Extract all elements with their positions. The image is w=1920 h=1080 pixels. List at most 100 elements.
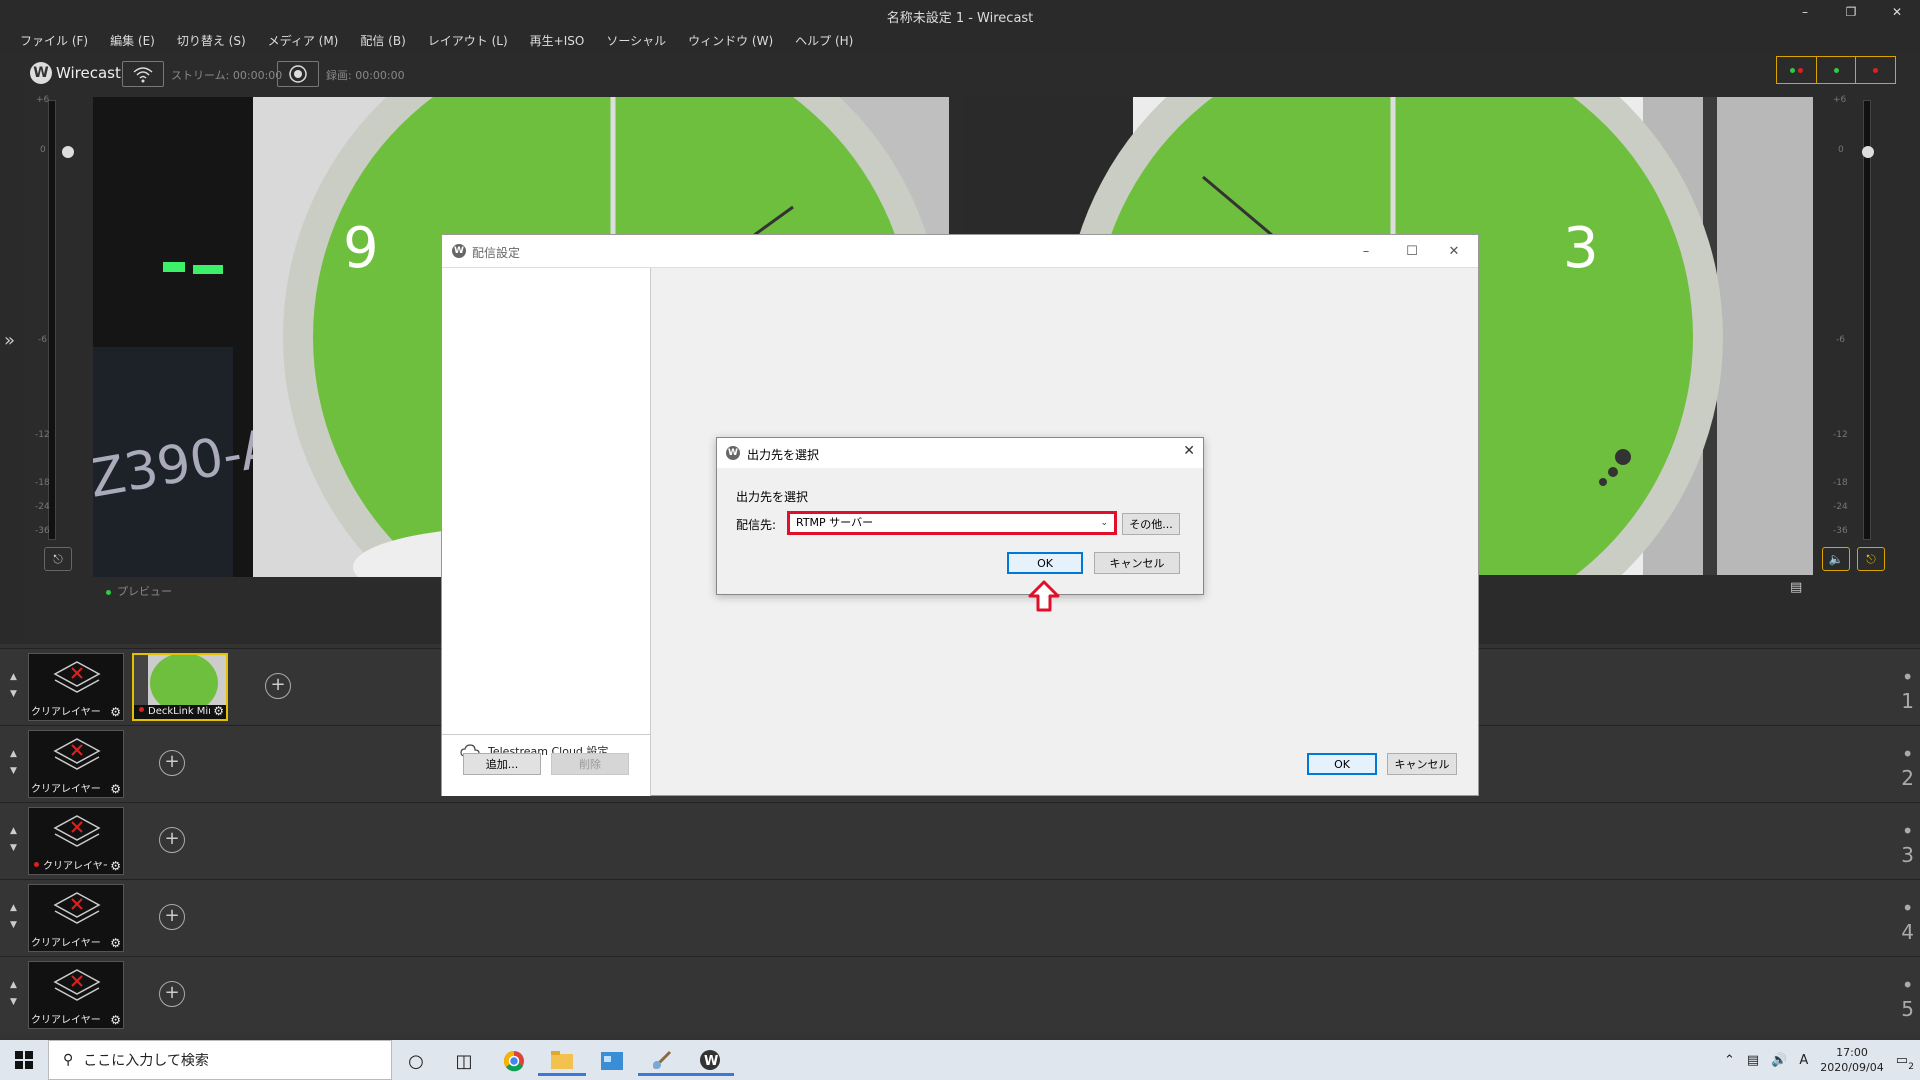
minimize-button[interactable]: –: [1782, 0, 1828, 24]
paint-icon[interactable]: [638, 1046, 686, 1076]
shot-clear-layer[interactable]: クリアレイヤー ⚙: [28, 653, 124, 721]
add-shot-button[interactable]: +: [159, 904, 185, 930]
layer-reorder-5[interactable]: ▲ ▼: [10, 977, 17, 1011]
gear-icon[interactable]: ⚙: [213, 704, 224, 718]
menu-edit[interactable]: 編集 (E): [110, 30, 155, 52]
layer-number: • 4: [1901, 896, 1914, 944]
chevron-down-icon: ⌄: [1100, 518, 1108, 528]
layer-number: • 5: [1901, 973, 1914, 1021]
layer-reorder-4[interactable]: ▲ ▼: [10, 900, 17, 934]
select-output-cancel-button[interactable]: キャンセル: [1094, 552, 1180, 574]
live-headphone-button[interactable]: ⎋: [1857, 547, 1885, 571]
layer-row-4: ▲ ▼ クリアレイヤー ⚙ + • 4: [0, 879, 1920, 956]
live-audio-meter: [1863, 100, 1871, 540]
taskbar-search-box[interactable]: ⚲ ここに入力して検索: [48, 1040, 392, 1080]
menu-layout[interactable]: レイアウト (L): [428, 30, 508, 52]
monitor-icon[interactable]: ▤: [1790, 580, 1802, 595]
wirecast-app-icon: W: [452, 244, 466, 258]
stream-button[interactable]: [122, 61, 164, 87]
stream-status: ストリーム: 00:00:00: [171, 69, 283, 82]
layer-reorder-1[interactable]: ▲ ▼: [10, 669, 17, 703]
add-shot-button[interactable]: +: [159, 750, 185, 776]
preview-label-text: プレビュー: [117, 585, 172, 598]
delete-output-button[interactable]: 削除: [551, 753, 629, 775]
layer-row-5: ▲ ▼ クリアレイヤー ⚙ + • 5: [0, 956, 1920, 1033]
other-destinations-button[interactable]: その他...: [1122, 513, 1180, 535]
shot-decklink-mini[interactable]: DeckLink Mini ⚙: [132, 653, 228, 721]
menu-broadcast[interactable]: 配信 (B): [360, 30, 405, 52]
network-icon[interactable]: ▤: [1747, 1053, 1759, 1068]
wirecast-taskbar-icon[interactable]: W: [686, 1046, 734, 1076]
meter-scale-top: +6: [36, 95, 50, 105]
layer-reorder-2[interactable]: ▲ ▼: [10, 746, 17, 780]
cortana-icon[interactable]: ○: [392, 1046, 440, 1076]
notifications-icon[interactable]: ▭ 2: [1896, 1053, 1914, 1072]
shot-clear-layer[interactable]: クリアレイヤー ⚙: [28, 730, 124, 798]
menu-help[interactable]: ヘルプ (H): [795, 30, 853, 52]
select-output-dialog: W 出力先を選択 ✕ 出力先を選択 配信先: RTMP サーバー ⌄ その他..…: [716, 437, 1204, 595]
menu-window[interactable]: ウィンドウ (W): [688, 30, 773, 52]
preview-label: プレビュー: [106, 583, 172, 599]
headphone-icon: ⎋: [1866, 551, 1876, 566]
control-panel-icon[interactable]: [588, 1046, 636, 1076]
app-name: Wirecast: [56, 64, 121, 82]
destination-value: RTMP サーバー: [796, 516, 874, 529]
select-output-close-button[interactable]: ✕: [1183, 443, 1195, 459]
gear-icon[interactable]: ⚙: [110, 1013, 121, 1027]
wirecast-logo-icon: W: [30, 62, 52, 84]
gear-icon[interactable]: ⚙: [110, 859, 121, 873]
destination-select[interactable]: RTMP サーバー ⌄: [787, 511, 1117, 535]
gear-icon[interactable]: ⚙: [110, 936, 121, 950]
volume-icon[interactable]: 🔊: [1771, 1053, 1787, 1068]
start-button[interactable]: [0, 1040, 48, 1080]
preview-headphone-button[interactable]: ⎋: [44, 547, 72, 571]
chrome-icon[interactable]: [490, 1046, 538, 1076]
broadcast-settings-title: 配信設定: [472, 246, 521, 260]
task-view-icon[interactable]: ◫: [440, 1046, 488, 1076]
layer-number: • 2: [1901, 742, 1914, 790]
add-shot-button[interactable]: +: [159, 827, 185, 853]
add-shot-button[interactable]: +: [159, 981, 185, 1007]
live-meter-scale-0: 0: [1838, 145, 1844, 155]
layer-reorder-3[interactable]: ▲ ▼: [10, 823, 17, 857]
chevron-up-icon[interactable]: ⌃: [1724, 1053, 1735, 1068]
live-volume-knob[interactable]: [1862, 146, 1874, 158]
taskbar-clock[interactable]: 17:00 2020/09/04: [1820, 1045, 1883, 1075]
dialog-maximize-button[interactable]: ☐: [1392, 239, 1432, 263]
status-light-1[interactable]: [1777, 57, 1817, 83]
record-button[interactable]: [277, 61, 319, 87]
ime-indicator[interactable]: A: [1799, 1053, 1808, 1068]
dialog-minimize-button[interactable]: –: [1346, 239, 1386, 263]
menu-social[interactable]: ソーシャル: [606, 30, 666, 52]
expand-panel-icon[interactable]: »: [4, 330, 15, 351]
gear-icon[interactable]: ⚙: [110, 782, 121, 796]
broadcast-cancel-button[interactable]: キャンセル: [1387, 753, 1457, 775]
shot-clear-layer[interactable]: クリアレイヤー ⚙: [28, 884, 124, 952]
dialog-close-button[interactable]: ✕: [1434, 239, 1474, 263]
meter-scale-0: 0: [40, 145, 46, 155]
restore-button[interactable]: ❐: [1828, 0, 1874, 24]
layer-row-3: ▲ ▼ クリアレイヤー ⚙ + • 3: [0, 802, 1920, 879]
menu-playback-iso[interactable]: 再生+ISO: [530, 30, 585, 52]
layer-number: • 3: [1901, 819, 1914, 867]
status-light-2[interactable]: [1817, 57, 1857, 83]
broadcast-settings-titlebar: W 配信設定 – ☐ ✕: [442, 235, 1478, 268]
shot-clear-layer[interactable]: クリアレイヤー ⚙: [28, 961, 124, 1029]
broadcast-ok-button[interactable]: OK: [1307, 753, 1377, 775]
select-output-title: 出力先を選択: [747, 448, 820, 462]
add-output-button[interactable]: 追加...: [463, 753, 541, 775]
select-output-ok-button[interactable]: OK: [1007, 552, 1083, 574]
menu-switch[interactable]: 切り替え (S): [177, 30, 246, 52]
clear-layer-icon: [53, 738, 101, 770]
preview-volume-knob[interactable]: [62, 146, 74, 158]
clear-layer-icon: [53, 815, 101, 847]
gear-icon[interactable]: ⚙: [110, 705, 121, 719]
menu-media[interactable]: メディア (M): [268, 30, 339, 52]
close-button[interactable]: ✕: [1874, 0, 1920, 24]
add-shot-button[interactable]: +: [265, 673, 291, 699]
file-explorer-icon[interactable]: [538, 1046, 586, 1076]
shot-clear-layer[interactable]: クリアレイヤー ⚙: [28, 807, 124, 875]
status-light-3[interactable]: [1856, 57, 1895, 83]
live-speaker-button[interactable]: 🔈: [1822, 547, 1850, 571]
menu-file[interactable]: ファイル (F): [20, 30, 88, 52]
